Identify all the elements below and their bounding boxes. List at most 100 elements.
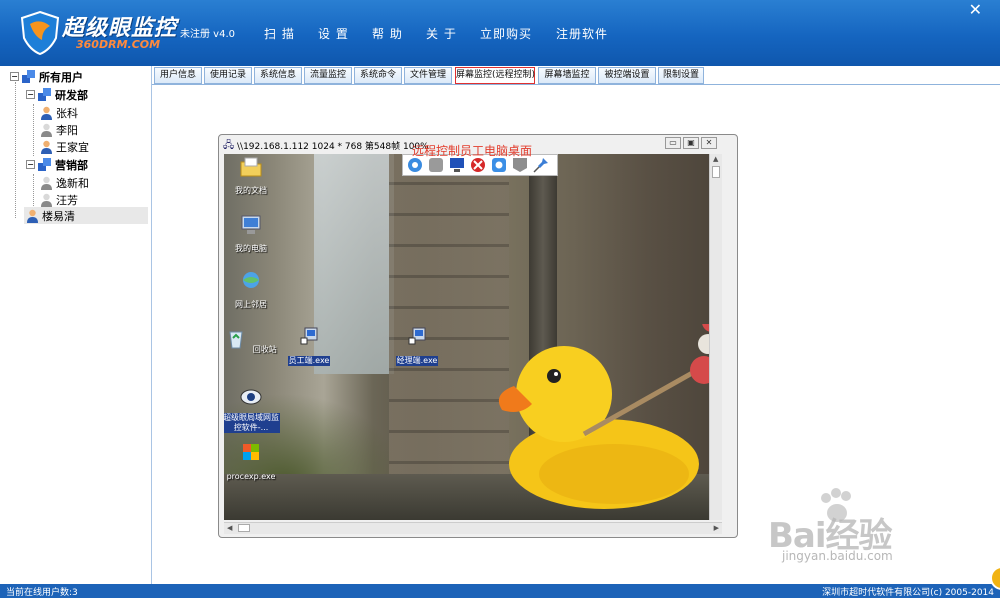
app-subtitle: 360DRM.COM (76, 38, 161, 51)
remote-window-title: \\192.168.1.112 1024 * 768 第548帧 100% (237, 142, 429, 152)
tree-user-label: 李阳 (56, 123, 78, 137)
horizontal-scrollbar[interactable]: ◀ ▶ (224, 522, 722, 534)
user-icon (41, 140, 52, 154)
tree-group-sales[interactable]: − 营销部 (26, 156, 88, 173)
desktop-icon[interactable]: 超级眼局域网监控软件-... (224, 386, 280, 433)
user-icon (41, 176, 52, 190)
tree-user-label: 汪芳 (56, 193, 78, 207)
exe-icon (408, 327, 426, 345)
exe-icon (300, 327, 318, 345)
desktop-icon-label: 回收站 (252, 345, 277, 354)
desktop-icon-label: 我的电脑 (235, 244, 267, 253)
minimize-button[interactable]: ▭ (665, 137, 681, 149)
tab-user-info[interactable]: 用户信息 (154, 67, 202, 84)
desktop-icon-label: 员工端.exe (287, 356, 331, 366)
tree-group-rd[interactable]: − 研发部 (26, 86, 88, 103)
tab-system-command[interactable]: 系统命令 (354, 67, 402, 84)
remote-screen[interactable]: 我的文档 我的电脑 网上邻居 回收站 超级眼局域网监控软件-... procex… (224, 154, 722, 520)
menu-about[interactable]: 关 于 (426, 25, 457, 42)
watermark-url: jingyan.baidu.com (782, 549, 893, 563)
scroll-left-icon[interactable]: ◀ (227, 524, 232, 532)
desktop-icon[interactable]: procexp.exe (224, 442, 280, 482)
menu-scan[interactable]: 扫 描 (264, 25, 295, 42)
user-group-icon (38, 88, 51, 101)
tree-guide (15, 82, 16, 218)
recycle-bin-icon (229, 331, 243, 349)
desktop-icon-label: 网上邻居 (235, 300, 267, 309)
tree-user[interactable]: 张科 (40, 104, 78, 121)
menu-settings[interactable]: 设 置 (318, 25, 349, 42)
tab-client-settings[interactable]: 被控端设置 (598, 67, 656, 84)
user-icon (41, 123, 52, 137)
user-icon (41, 193, 52, 207)
user-icon (41, 106, 52, 120)
desktop-icon-label: 经理端.exe (395, 356, 439, 366)
desktop-icon[interactable]: 网上邻居 (224, 270, 280, 310)
tree-group-label: 研发部 (55, 88, 88, 102)
tab-usage-log[interactable]: 使用记录 (204, 67, 252, 84)
network-icon (243, 272, 259, 288)
rubber-duck-image (498, 324, 722, 509)
tree-guide (33, 174, 34, 208)
desktop-icon-label: procexp.exe (226, 472, 276, 481)
tab-file-manager[interactable]: 文件管理 (404, 67, 452, 84)
tab-screen-wall[interactable]: 屏幕墙监控 (538, 67, 596, 84)
tree-user-label: 张科 (56, 106, 78, 120)
remote-connection-icon: 🖧 (223, 140, 235, 151)
computer-icon (241, 215, 261, 234)
menu-buy-now[interactable]: 立即购买 (480, 25, 532, 42)
tree-user[interactable]: 逸新和 (40, 174, 89, 191)
remote-caption-annotation: 远程控制员工电脑桌面 (412, 144, 533, 158)
tree-user[interactable]: 李阳 (40, 121, 78, 138)
status-bar: 当前在线用户数:3 深圳市超时代软件有限公司(c) 2005-2014 (0, 584, 1000, 598)
user-icon (27, 209, 38, 223)
pin-icon[interactable] (532, 156, 550, 174)
desktop-icon[interactable]: 我的电脑 (224, 214, 280, 254)
tree-user[interactable]: 汪芳 (40, 191, 78, 208)
copyright-text: 深圳市超时代软件有限公司(c) 2005-2014 (822, 588, 994, 598)
tab-restriction-settings[interactable]: 限制设置 (658, 67, 704, 84)
menu-register[interactable]: 注册软件 (556, 25, 608, 42)
tree-guide (33, 104, 34, 156)
logo-shield-icon (20, 10, 60, 56)
user-group-icon (22, 70, 35, 83)
collapse-icon[interactable]: − (26, 160, 35, 169)
scrollbar-thumb[interactable] (238, 524, 250, 532)
collapse-icon[interactable]: − (10, 72, 19, 81)
scroll-right-icon[interactable]: ▶ (714, 524, 719, 532)
tree-user-selected[interactable]: 楼易清 (24, 207, 148, 224)
tab-screen-monitor[interactable]: 屏幕监控(远程控制) (455, 67, 535, 84)
close-button[interactable]: ✕ (701, 137, 717, 149)
desktop-icon[interactable]: 我的文档 (224, 156, 280, 196)
online-users-status: 当前在线用户数:3 (6, 588, 78, 598)
app-header: 超级眼监控 360DRM.COM 未注册 v4.0 扫 描 设 置 帮 助 关 … (0, 0, 1000, 66)
user-group-icon (38, 158, 51, 171)
tree-user-label: 逸新和 (56, 176, 89, 190)
desktop-icon-label: 超级眼局域网监控软件-... (224, 413, 280, 433)
collapse-icon[interactable]: − (26, 90, 35, 99)
scrollbar-thumb[interactable] (712, 166, 720, 178)
remote-desktop-window[interactable]: 🖧 \\192.168.1.112 1024 * 768 第548帧 100% … (218, 134, 738, 538)
scroll-up-icon[interactable]: ▲ (713, 155, 718, 163)
tab-traffic-monitor[interactable]: 流量监控 (304, 67, 352, 84)
tab-system-info[interactable]: 系统信息 (254, 67, 302, 84)
tree-user[interactable]: 王家宜 (40, 138, 89, 155)
restore-button[interactable]: ▣ (683, 137, 699, 149)
tree-root-all-users[interactable]: − 所有用户 (10, 68, 83, 85)
tree-root-label: 所有用户 (39, 70, 83, 84)
procexp-icon (243, 444, 259, 460)
registration-status: 未注册 v4.0 (180, 29, 235, 40)
user-tree: − 所有用户 − 研发部 张科 李阳 王家宜 − 营销部 逸新和 汪芳 楼易清 (0, 66, 152, 584)
tree-user-label: 楼易清 (42, 209, 75, 223)
tree-group-label: 营销部 (55, 158, 88, 172)
desktop-icon[interactable]: 回收站 (224, 328, 280, 355)
desktop-icon[interactable]: 员工端.exe (280, 326, 338, 366)
desktop-icon[interactable]: 经理端.exe (388, 326, 446, 366)
folder-icon (240, 157, 262, 177)
menu-help[interactable]: 帮 助 (372, 25, 403, 42)
desktop-icon-label: 我的文档 (235, 186, 267, 195)
vertical-scrollbar[interactable]: ▲ (709, 154, 722, 520)
tree-user-label: 王家宜 (56, 140, 89, 154)
window-close-button[interactable]: ✕ (969, 0, 982, 19)
shortcut-icon (240, 389, 262, 405)
